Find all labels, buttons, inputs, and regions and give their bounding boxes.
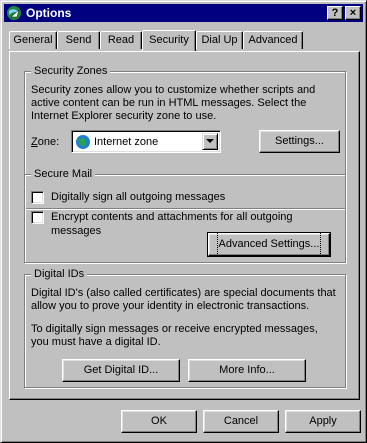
zone-select[interactable]: Internet zone	[71, 130, 221, 153]
digital-ids-desc1-line1: Digital ID's (also called certificates) …	[31, 287, 336, 299]
close-button[interactable]: ×	[345, 6, 361, 20]
zone-label: Zone:	[31, 136, 60, 148]
zone-settings-button-label: Settings...	[275, 135, 324, 147]
more-info-button-label: More Info...	[219, 364, 275, 376]
more-info-button[interactable]: More Info...	[188, 359, 306, 382]
advanced-settings-button-label: Advanced Settings...	[216, 232, 322, 256]
security-tab-panel: Security Zones Security zones allow you …	[9, 51, 360, 400]
security-zones-label: Security Zones	[31, 64, 111, 78]
ok-button[interactable]: OK	[121, 410, 197, 433]
sign-outgoing-checkbox[interactable]	[31, 191, 44, 204]
apply-button-label: Apply	[309, 415, 337, 427]
secure-mail-group: Secure Mail Digitally sign all outgoing …	[24, 167, 346, 263]
zone-settings-button[interactable]: Settings...	[259, 130, 340, 153]
tab-advanced[interactable]: Advanced	[243, 31, 303, 49]
tab-send[interactable]: Send	[57, 31, 100, 49]
secure-mail-label: Secure Mail	[31, 167, 96, 181]
digital-ids-label: Digital IDs	[31, 267, 88, 281]
get-digital-id-button-label: Get Digital ID...	[83, 364, 159, 376]
security-zones-desc-line3: Internet Explorer security zone to use.	[31, 110, 217, 122]
digital-ids-desc1-line2: allow you to prove your identity in elec…	[31, 300, 310, 312]
digital-ids-desc2-line2: you must have a digital ID.	[31, 336, 161, 348]
tab-security[interactable]: Security	[142, 30, 196, 51]
cancel-button-label: Cancel	[223, 415, 259, 427]
digital-ids-group: Digital IDs Digital ID's (also called ce…	[24, 267, 346, 388]
encrypt-outgoing-checkbox[interactable]	[31, 211, 44, 224]
internet-globe-icon	[76, 135, 90, 149]
zone-dropdown-arrow-icon[interactable]	[202, 133, 218, 150]
tab-read[interactable]: Read	[100, 31, 142, 49]
apply-button[interactable]: Apply	[285, 410, 361, 433]
security-zones-desc-line2: active content can be run in HTML messag…	[31, 97, 307, 109]
tab-security-label: Security	[149, 34, 189, 46]
cancel-button[interactable]: Cancel	[203, 410, 279, 433]
options-dialog: Options ? × General Send Read Security D…	[0, 0, 367, 443]
tab-dial-up[interactable]: Dial Up	[196, 31, 243, 49]
ok-button-label: OK	[151, 415, 167, 427]
help-button[interactable]: ?	[327, 6, 343, 20]
sign-outgoing-label[interactable]: Digitally sign all outgoing messages	[51, 190, 225, 204]
security-zones-desc-line1: Security zones allow you to customize wh…	[31, 84, 316, 96]
title-bar[interactable]: Options ? ×	[4, 4, 363, 22]
get-digital-id-button[interactable]: Get Digital ID...	[62, 359, 180, 382]
outlook-express-icon	[7, 6, 21, 20]
tab-general[interactable]: General	[9, 31, 57, 49]
zone-select-value: Internet zone	[94, 136, 159, 148]
digital-ids-desc2-line1: To digitally sign messages or receive en…	[31, 323, 318, 335]
window-title: Options	[26, 6, 72, 20]
advanced-settings-button[interactable]: Advanced Settings...	[207, 232, 331, 257]
